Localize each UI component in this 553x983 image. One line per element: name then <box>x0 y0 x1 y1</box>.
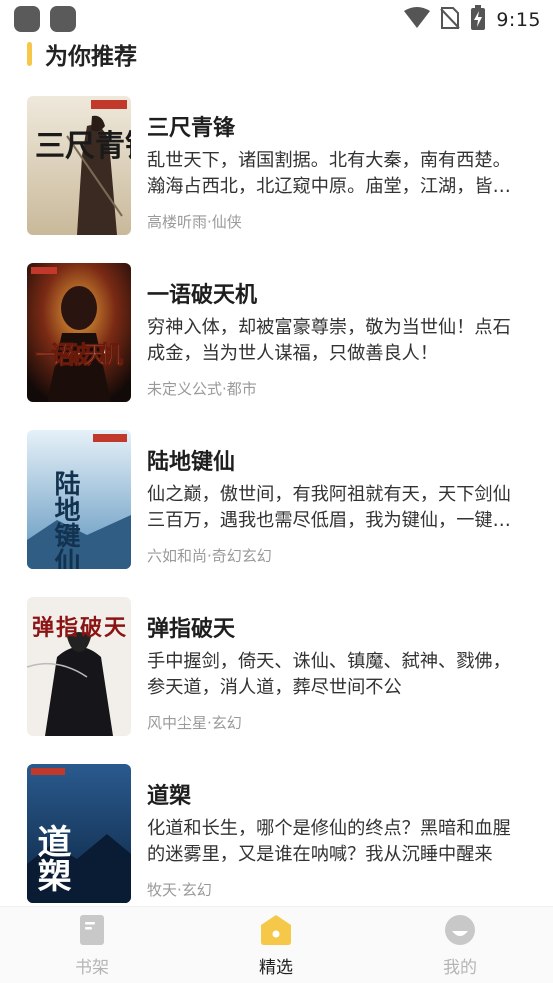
book-meta: 风中尘星·玄幻 <box>147 714 242 732</box>
book-item[interactable]: 三尺青锋 三尺青锋 乱世天下，诸国割据。北有大秦，南有西楚。瀚海占西北，北辽窥中… <box>0 96 553 236</box>
book-cover[interactable]: 道槊 <box>27 764 131 903</box>
no-sim-icon <box>440 6 461 34</box>
book-meta: 牧天·玄幻 <box>147 881 212 899</box>
nav-tab-profile[interactable]: 我的 <box>368 907 552 983</box>
book-description: 穷神入体，却被富豪尊崇，敬为当世仙！点石成金，当为世人谋福，只做善良人！ <box>147 317 511 364</box>
cover-title-text: 道槊 <box>31 824 71 892</box>
section-header: 为你推荐 <box>27 38 137 70</box>
profile-icon <box>444 913 476 947</box>
battery-charging-icon <box>470 5 486 35</box>
book-item[interactable]: 陆地键仙 陆地键仙 仙之巅，傲世间，有我阿祖就有天，天下剑仙三百万，遇我也需尽低… <box>0 430 553 570</box>
book-meta: 六如和尚·奇幻玄幻 <box>147 547 272 565</box>
book-cover[interactable]: 弹指破天 <box>27 597 131 736</box>
book-description: 手中握剑，倚天、诛仙、镇魔、弑神、戮佛，参天道，消人道，葬尽世间不公 <box>147 651 511 698</box>
book-description: 乱世天下，诸国割据。北有大秦，南有西楚。瀚海占西北，北辽窥中原。庙堂，江湖，皆风… <box>147 150 511 197</box>
clock-time: 9:15 <box>496 9 541 31</box>
nav-label: 精选 <box>259 958 293 978</box>
app-notification-icon <box>50 6 76 32</box>
wifi-icon <box>404 7 431 33</box>
nav-tab-featured[interactable]: 精选 <box>184 907 368 983</box>
book-meta: 未定义公式·都市 <box>147 380 257 398</box>
book-item[interactable]: 道槊 道槊 化道和长生，哪个是修仙的终点？黑暗和血腥的迷雾里，又是谁在呐喊？我从… <box>0 764 553 904</box>
book-description: 化道和长生，哪个是修仙的终点？黑暗和血腥的迷雾里，又是谁在呐喊？我从沉睡中醒来 <box>147 818 511 865</box>
book-title: 陆地键仙 <box>147 450 236 475</box>
cover-title-text: 三尺青锋 <box>35 129 131 164</box>
nav-tab-bookshelf[interactable]: 书架 <box>0 907 184 983</box>
book-item[interactable]: 一语破天机 一语破天机 穷神入体，却被富豪尊崇，敬为当世仙！点石成金，当为世人谋… <box>0 263 553 403</box>
cover-title-text: 陆地键仙 <box>50 469 80 569</box>
book-item[interactable]: 弹指破天 弹指破天 手中握剑，倚天、诛仙、镇魔、弑神、戮佛，参天道，消人道，葬尽… <box>0 597 553 737</box>
book-title: 一语破天机 <box>147 283 258 308</box>
section-accent-bar <box>27 42 32 66</box>
cover-title-text: 一语破天机 <box>35 341 123 369</box>
cover-title-text: 弹指破天 <box>32 615 127 641</box>
book-cover[interactable]: 陆地键仙 <box>27 430 131 569</box>
house-icon <box>260 913 292 947</box>
notification-icons <box>14 6 76 32</box>
nav-label: 书架 <box>75 958 109 978</box>
nav-label: 我的 <box>443 958 477 978</box>
book-cover[interactable]: 一语破天机 <box>27 263 131 402</box>
book-icon <box>79 913 105 947</box>
book-title: 三尺青锋 <box>147 116 236 141</box>
book-meta: 高楼听雨·仙侠 <box>147 213 242 231</box>
book-description: 仙之巅，傲世间，有我阿祖就有天，天下剑仙三百万，遇我也需尽低眉，我为键仙，一键成… <box>147 484 511 531</box>
section-title: 为你推荐 <box>45 44 137 70</box>
app-notification-icon <box>14 6 40 32</box>
book-cover[interactable]: 三尺青锋 <box>27 96 131 235</box>
book-title: 弹指破天 <box>147 617 236 642</box>
bottom-navigation: 书架 精选 我的 <box>0 906 553 983</box>
book-title: 道槊 <box>147 784 192 809</box>
status-bar: 9:15 <box>0 0 553 38</box>
